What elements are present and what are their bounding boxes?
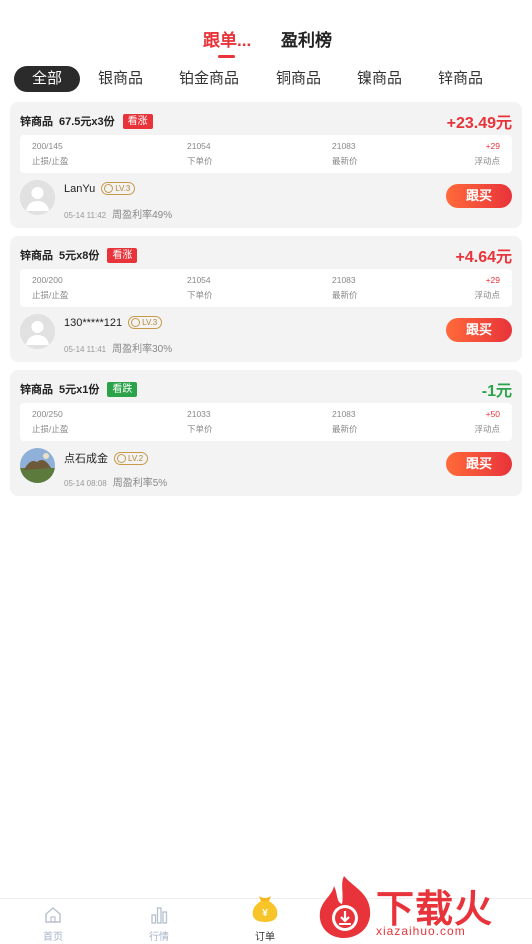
order-meta: 05-14 08:08 周盈利率5%	[64, 474, 167, 489]
money-bag-icon: ¥	[252, 896, 278, 922]
coin-icon	[104, 184, 114, 193]
flame-logo-icon	[319, 876, 371, 938]
trader-info: 点石成金 LV.2 05-14 08:08 周盈利率5% 跟买	[20, 446, 512, 490]
stat-float-points: +29 浮动点	[474, 275, 500, 300]
trader-info: 130*****121 LV.3 05-14 11:41 周盈利率30% 跟买	[20, 312, 512, 356]
tab-profit-ranking[interactable]: 盈利榜	[281, 26, 332, 51]
order-meta: 05-14 11:42 周盈利率49%	[64, 206, 172, 221]
watermark-url: xiazaihuo.com	[376, 924, 466, 938]
profit-loss: +4.64元	[455, 249, 513, 266]
order-title: 锌商品 67.5元x3份 看涨	[20, 112, 153, 130]
trader-name[interactable]: LanYu LV.3	[64, 182, 136, 195]
order-time: 05-14 11:42	[64, 211, 107, 220]
profit-loss: -1元	[481, 383, 512, 400]
profit-loss: +23.49元	[446, 115, 512, 132]
coin-icon	[117, 453, 126, 463]
order-time: 05-14 08:08	[64, 479, 107, 488]
weekly-profit-rate: 周盈利率49%	[112, 210, 173, 221]
stat-entry-price: 21033 下单价	[187, 409, 213, 434]
trader-name[interactable]: 点石成金 LV.2	[64, 450, 149, 466]
category-nickel[interactable]: 镍商品	[357, 66, 402, 92]
follow-buy-button[interactable]: 跟买	[446, 452, 512, 476]
stat-float-points: +29 浮动点	[474, 141, 500, 166]
tab-follow-orders[interactable]: 跟单...	[203, 26, 251, 51]
product-name: 锌商品	[20, 384, 53, 396]
order-card[interactable]: 锌商品 5元x1份 看跌 -1元 200/250 止损/止盈 21033 下单价 2…	[10, 370, 522, 496]
category-silver[interactable]: 银商品	[98, 66, 143, 92]
order-title: 锌商品 5元x1份 看跌	[20, 380, 138, 398]
stat-float-points: +50 浮动点	[474, 409, 500, 434]
level-badge: LV.3	[101, 182, 136, 195]
product-name: 锌商品	[20, 116, 53, 128]
home-icon	[45, 907, 61, 923]
watermark-logo: 下载火 xiazaihuo.com	[314, 872, 528, 942]
stat-entry-price: 21054 下单价	[187, 275, 213, 300]
order-quantity: 67.5元x3份	[59, 116, 115, 128]
top-tabs: 跟单... 盈利榜	[0, 26, 532, 62]
order-stats: 200/200 止损/止盈 21054 下单价 21083 最新价 +29 浮动点	[20, 269, 512, 307]
order-card[interactable]: 锌商品 5元x8份 看涨 +4.64元 200/200 止损/止盈 21054 下单…	[10, 236, 522, 362]
direction-badge: 看涨	[122, 113, 153, 129]
level-badge: LV.2	[114, 451, 149, 465]
svg-text:¥: ¥	[262, 908, 268, 919]
stat-latest-price: 21083 最新价	[332, 409, 358, 434]
stat-entry-price: 21054 下单价	[187, 141, 213, 166]
product-name: 锌商品	[20, 250, 53, 262]
category-platinum[interactable]: 铂金商品	[179, 66, 239, 92]
level-badge: LV.3	[128, 316, 163, 329]
trader-info: LanYu LV.3 05-14 11:42 周盈利率49% 跟买	[20, 178, 512, 222]
order-meta: 05-14 11:41 周盈利率30%	[64, 340, 172, 355]
tab-active-indicator	[218, 55, 235, 58]
avatar[interactable]	[20, 448, 55, 483]
stat-latest-price: 21083 最新价	[332, 275, 358, 300]
order-stats: 200/250 止损/止盈 21033 下单价 21083 最新价 +50 浮动点	[20, 403, 512, 441]
weekly-profit-rate: 周盈利率5%	[112, 478, 168, 489]
stat-stop: 200/145 止损/止盈	[32, 141, 69, 166]
direction-badge: 看涨	[107, 247, 138, 263]
stat-stop: 200/250 止损/止盈	[32, 409, 69, 434]
order-card[interactable]: 锌商品 67.5元x3份 看涨 +23.49元 200/145 止损/止盈 210…	[10, 102, 522, 228]
follow-buy-button[interactable]: 跟买	[446, 184, 512, 208]
order-time: 05-14 11:41	[64, 345, 107, 354]
order-quantity: 5元x8份	[59, 250, 100, 262]
order-quantity: 5元x1份	[59, 384, 100, 396]
chart-icon	[151, 907, 168, 924]
stat-stop: 200/200 止损/止盈	[32, 275, 69, 300]
order-stats: 200/145 止损/止盈 21054 下单价 21083 最新价 +29 浮动点	[20, 135, 512, 173]
weekly-profit-rate: 周盈利率30%	[112, 344, 173, 355]
category-zinc[interactable]: 锌商品	[438, 66, 483, 92]
direction-badge: 看跌	[107, 381, 138, 397]
order-title: 锌商品 5元x8份 看涨	[20, 246, 138, 264]
category-copper[interactable]: 铜商品	[276, 66, 321, 92]
category-filter: 全部 银商品 铂金商品 铜商品 镍商品 锌商品	[0, 66, 532, 92]
trader-name[interactable]: 130*****121 LV.3	[64, 316, 163, 329]
coin-icon	[131, 318, 141, 327]
follow-buy-button[interactable]: 跟买	[446, 318, 512, 342]
category-all[interactable]: 全部	[14, 66, 81, 92]
avatar[interactable]	[20, 180, 55, 215]
avatar[interactable]	[20, 314, 55, 349]
stat-latest-price: 21083 最新价	[332, 141, 358, 166]
